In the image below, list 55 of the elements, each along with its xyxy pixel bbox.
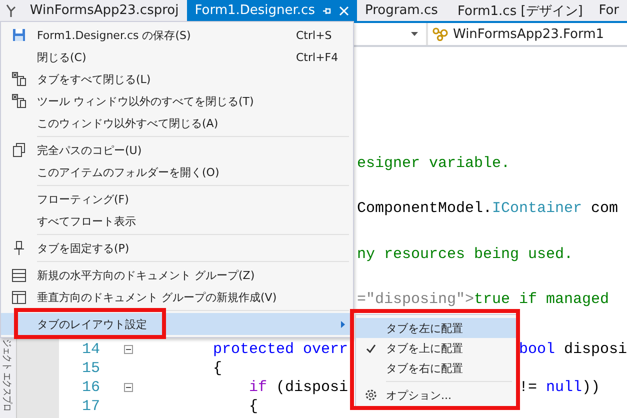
document-tab[interactable]: Form1.cs [デザイン] [450,0,591,21]
collapse-icon[interactable] [124,345,133,354]
menu-item[interactable]: 新規の水平方向のドキュメント グループ(Z) [1,264,353,286]
document-tab[interactable]: Program.cs [356,0,450,21]
vertical-split-icon [12,290,26,304]
menu-item[interactable]: ツール ウィンドウ以外のすべてを閉じる(T) [1,90,353,112]
code-line: bool disposi [518,340,627,359]
line-number: 17 [80,397,100,416]
pin-icon [14,241,24,255]
collapse-icon[interactable] [124,383,133,392]
side-panel-label[interactable]: ジェクト エクスプロ [0,339,14,412]
shortcut-text: Ctrl+F4 [296,50,338,64]
close-windows-icon [12,94,26,108]
line-number: 15 [80,359,100,378]
menu-item[interactable]: フローティング(F) [1,188,353,210]
document-tab[interactable]: WinFormsApp23.csproj [22,0,187,21]
menu-item[interactable]: タブを固定する(P) [1,237,353,259]
menu-item[interactable]: このアイテムのフォルダーを開く(O) [1,161,353,183]
settings-icon [364,388,378,402]
line-number: 16 [80,378,100,397]
menu-item[interactable]: 完全パスのコピー(U) [1,139,353,161]
class-icon [432,27,450,41]
code-line: != null)) [519,378,600,397]
close-windows-icon [12,72,26,86]
code-line: protected overr [213,340,349,359]
tool-icon[interactable] [4,2,17,18]
shortcut-text: Ctrl+S [296,28,332,42]
menu-item[interactable]: このウィンドウ以外すべて閉じる(A) [1,112,353,134]
menu-item[interactable]: 垂直方向のドキュメント グループの新規作成(V) [1,286,353,308]
code-line: ComponentModel.IContainer com [357,200,618,218]
caret-icon [411,32,418,36]
code-line: esigner variable. [357,155,510,173]
horizontal-split-icon [12,268,26,282]
menu-item[interactable]: すべてフロート表示 [1,210,353,232]
document-tab[interactable]: Form1.Designer.cs [186,0,357,21]
code-line: { [213,359,224,378]
code-line: ny resources being used. [357,246,574,264]
menu-item[interactable]: オプション... [356,385,516,405]
menu-item[interactable]: タブをすべて閉じる(L) [1,68,353,90]
pin-icon[interactable] [322,6,332,16]
save-icon [12,28,26,42]
code-line: { [248,397,260,416]
menu-item[interactable]: Form1.Designer.cs の保存(S) Ctrl+S [1,24,353,46]
menu-item[interactable]: タブを左に配置 [356,318,516,338]
menu-item[interactable]: 閉じる(C) Ctrl+F4 [1,46,353,68]
menu-item[interactable]: タブを右に配置 [356,358,516,378]
menu-item[interactable]: タブのレイアウト設定 [1,313,353,335]
code-line: if (disposi [248,378,349,397]
line-number: 14 [80,340,100,359]
menu-item[interactable]: タブを上に配置 [356,338,516,358]
document-tab[interactable]: For [590,0,627,21]
class-dropdown[interactable]: WinFormsApp23.Form1 [428,23,627,45]
code-line: ="disposing">true if managed [357,290,610,309]
copy-icon [12,143,26,157]
close-icon[interactable] [338,6,349,16]
